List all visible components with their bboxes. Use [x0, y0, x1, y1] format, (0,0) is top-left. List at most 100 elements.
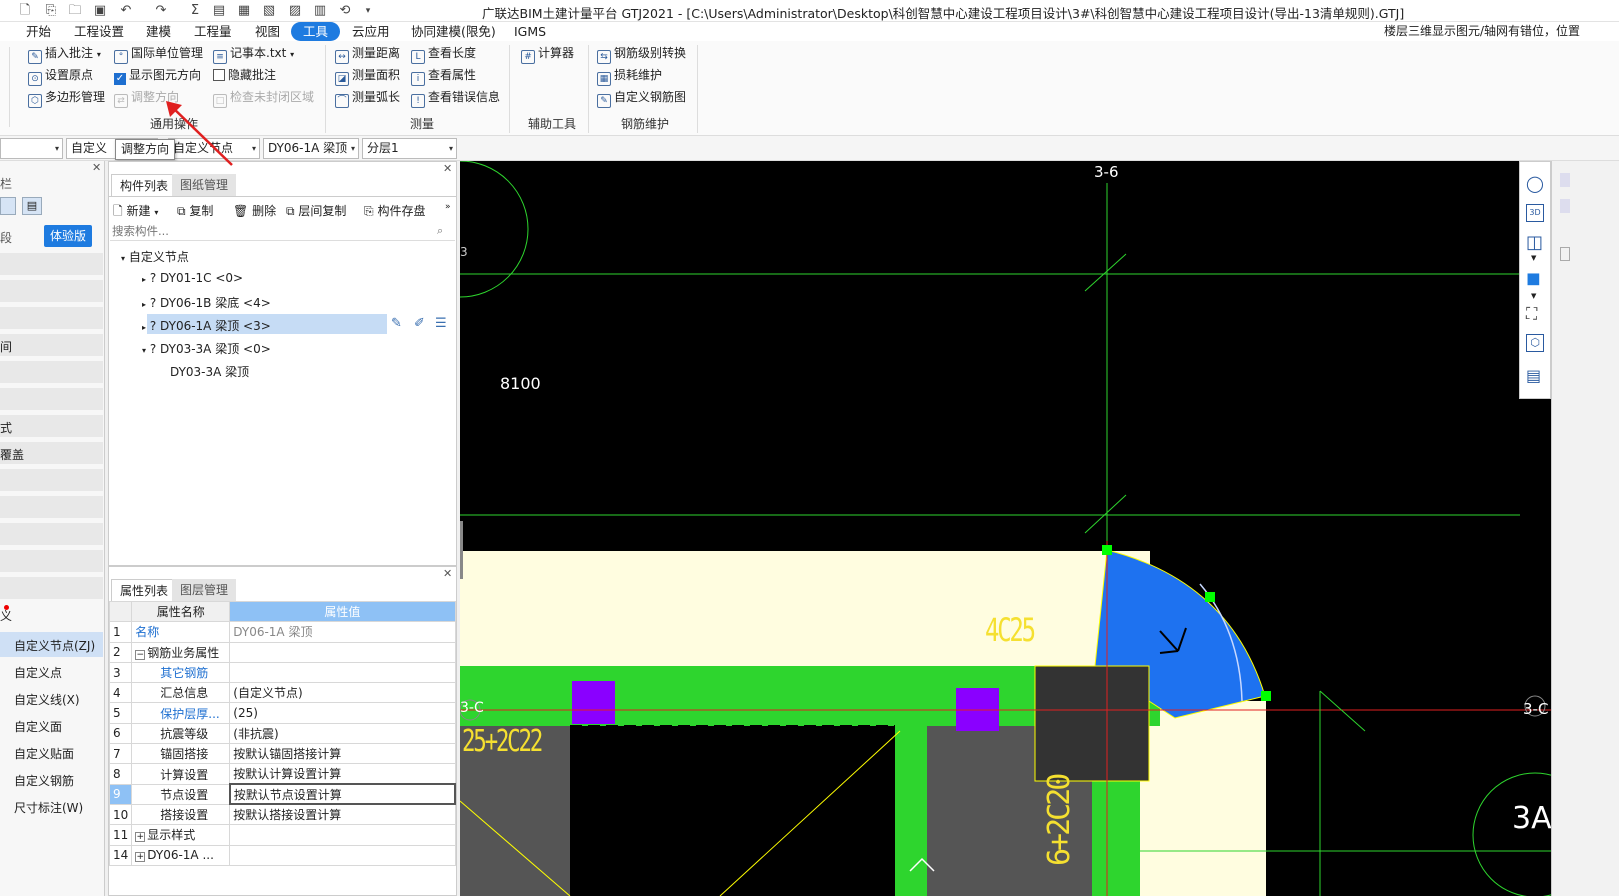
show-direction-checkbox[interactable]: ✓ 显示图元方向 — [114, 66, 201, 85]
customize-qa-icon[interactable]: ▾ — [360, 3, 376, 19]
3d-view-icon[interactable]: 3D — [1526, 204, 1544, 222]
set-origin-button[interactable]: ⊙ 设置原点 — [28, 66, 93, 86]
nav-item-dimension[interactable]: 尺寸标注(W) — [14, 799, 83, 816]
prop-value[interactable] — [229, 824, 456, 846]
close-icon[interactable]: ✕ — [443, 567, 452, 580]
layout-icon[interactable]: ▨ — [287, 3, 303, 19]
delete-button[interactable]: 🗑 删除 — [233, 202, 276, 219]
redo-icon[interactable]: ↷ — [153, 3, 169, 19]
prop-value[interactable] — [229, 661, 456, 684]
table-row[interactable]: 1 名称 DY06-1A 梁顶 — [108, 621, 456, 643]
table-row[interactable]: 7 锚固搭接 按默认锚固搭接计算 — [108, 743, 456, 765]
detail-view-icon[interactable]: ▤ — [22, 197, 42, 215]
prop-value[interactable]: 按默认计算设置计算 — [229, 763, 456, 785]
table-row[interactable]: 6 抗震等级 (非抗震) — [108, 722, 456, 745]
grip-handle[interactable] — [1205, 592, 1215, 602]
menu-modeling[interactable]: 建模 — [146, 22, 171, 41]
calculator-button[interactable]: # 计算器 — [521, 44, 574, 64]
menu-igms[interactable]: IGMS — [514, 22, 546, 41]
open-folder-icon[interactable]: 🗀 — [67, 3, 83, 19]
custom-rebar-button[interactable]: ✎ 自定义钢筋图 — [597, 88, 686, 108]
disk-icon[interactable]: ▣ — [92, 3, 108, 19]
polygon-manage-button[interactable]: ⬡ 多边形管理 — [28, 88, 105, 108]
expand-icon[interactable]: + — [135, 832, 146, 843]
nav-row[interactable] — [0, 523, 103, 546]
cube-solid-icon[interactable]: ◼ — [1526, 268, 1541, 289]
collapse-icon[interactable]: − — [135, 649, 146, 660]
measure-distance-button[interactable]: ↔ 测量距离 — [335, 44, 400, 64]
table-row[interactable]: 10 搭接设置 按默认搭接设置计算 — [108, 803, 456, 826]
menu-tools[interactable]: 工具 — [291, 22, 341, 41]
hide-note-checkbox[interactable]: 隐藏批注 — [213, 66, 276, 84]
sync-icon[interactable]: ⟲ — [337, 3, 353, 19]
table-row-selected[interactable]: 9 节点设置 按默认节点设置计算 — [108, 783, 457, 806]
panel-tab[interactable] — [1560, 199, 1570, 213]
orbit-icon[interactable]: ◯ — [1526, 174, 1544, 193]
select-box-icon[interactable]: ⬡ — [1526, 334, 1544, 352]
nav-row[interactable] — [0, 550, 103, 573]
nav-row[interactable]: 覆盖 — [0, 442, 103, 465]
prop-value[interactable]: (25) — [229, 702, 456, 724]
view-attr-button[interactable]: i 查看属性 — [411, 66, 476, 86]
menu-cloud[interactable]: 云应用 — [352, 22, 390, 41]
menu-view[interactable]: 视图 — [255, 22, 280, 41]
panel-tab[interactable] — [1560, 247, 1570, 261]
nav-item-custom-face[interactable]: 自定义面 — [14, 718, 62, 735]
prop-value[interactable] — [229, 641, 456, 663]
tree-child[interactable]: DY03-3A 梁顶 — [170, 363, 249, 380]
tree-node-selected[interactable]: ▸ ? DY06-1A 梁顶 <3> — [142, 317, 271, 334]
nav-row[interactable] — [0, 388, 103, 411]
grip-handle[interactable] — [1261, 691, 1271, 701]
nav-item-custom-rebar[interactable]: 自定义钢筋 — [14, 772, 74, 789]
tab-component-list[interactable]: 构件列表 — [111, 174, 178, 196]
component-select[interactable]: DY06-1A 梁顶 ▾ — [263, 138, 359, 159]
undo-icon[interactable]: ↶ — [118, 3, 134, 19]
splitter-handle[interactable] — [460, 521, 463, 579]
prop-value[interactable] — [229, 844, 456, 866]
prop-value[interactable]: (非抗震) — [229, 722, 456, 745]
grid-icon[interactable]: ▦ — [236, 3, 252, 19]
tree-node[interactable]: ▸ ? DY06-1B 梁底 <4> — [142, 294, 271, 311]
menu-project-settings[interactable]: 工程设置 — [74, 22, 124, 41]
report-icon[interactable]: ▧ — [261, 3, 277, 19]
insert-note-button[interactable]: ✎ 插入批注 ▾ — [28, 44, 101, 64]
list-view-icon[interactable] — [0, 197, 16, 215]
drawing-canvas[interactable]: 3-6 3-C 3-C 3 8100 4C25 25+2C22 6+2C20 C… — [460, 161, 1619, 896]
table-row[interactable]: 5 保护层厚... (25) — [108, 702, 456, 724]
table-row[interactable]: 4 汇总信息 (自定义节点) — [108, 682, 456, 704]
table-row[interactable]: 11 + 显示样式 — [108, 824, 456, 846]
chevron-down-icon[interactable]: ▼ — [1531, 292, 1536, 300]
rebar-edit-icon[interactable]: ✐ — [414, 316, 425, 331]
tab-layer-manage[interactable]: 图层管理 — [172, 579, 237, 601]
prop-name-group[interactable]: + DY06-1A ... — [131, 844, 231, 866]
menu-quantity[interactable]: 工程量 — [194, 22, 232, 41]
menu-collab[interactable]: 协同建模(限免) — [411, 22, 496, 41]
trial-badge[interactable]: 体验版 — [44, 225, 92, 247]
tree-node[interactable]: ▾ ? DY03-3A 梁顶 <0> — [142, 340, 271, 357]
tab-drawing-manage[interactable]: 图纸管理 — [172, 174, 237, 196]
save-icon[interactable]: ⎘ — [43, 3, 59, 19]
layer-copy-button[interactable]: ⧉ 层间复制 — [286, 202, 346, 219]
prop-value[interactable]: DY06-1A 梁顶 — [229, 621, 456, 643]
measure-arc-button[interactable]: ⌒ 测量弧长 — [335, 88, 400, 108]
table-row[interactable]: 2− 钢筋业务属性 — [108, 641, 456, 663]
nav-item-custom-node[interactable]: 自定义节点(ZJ) — [14, 637, 95, 654]
list-edit-icon[interactable]: ☰ — [435, 316, 447, 331]
new-button[interactable]: 🗋 新建 ▾ — [113, 202, 158, 223]
nav-row[interactable] — [0, 496, 103, 519]
nav-row[interactable] — [0, 469, 103, 492]
tree-root[interactable]: ▾ 自定义节点 — [121, 248, 189, 265]
menu-start[interactable]: 开始 — [26, 22, 51, 41]
nav-item-custom-veneer[interactable]: 自定义贴面 — [14, 745, 74, 762]
prop-value[interactable]: 按默认搭接设置计算 — [229, 803, 456, 826]
close-icon[interactable]: ✕ — [92, 161, 101, 174]
close-icon[interactable]: ✕ — [443, 162, 452, 175]
table-row[interactable]: 8 计算设置 按默认计算设置计算 — [108, 763, 456, 785]
measure-area-button[interactable]: ◪ 测量面积 — [335, 66, 400, 86]
nav-item-custom-line[interactable]: 自定义线(X) — [14, 691, 80, 708]
view-length-button[interactable]: L 查看长度 — [411, 44, 476, 64]
panel-tab[interactable] — [1560, 173, 1570, 187]
prop-name-group[interactable]: − 钢筋业务属性 — [131, 641, 231, 663]
search-input[interactable] — [110, 222, 455, 241]
new-file-icon[interactable]: 🗋 — [17, 3, 33, 19]
